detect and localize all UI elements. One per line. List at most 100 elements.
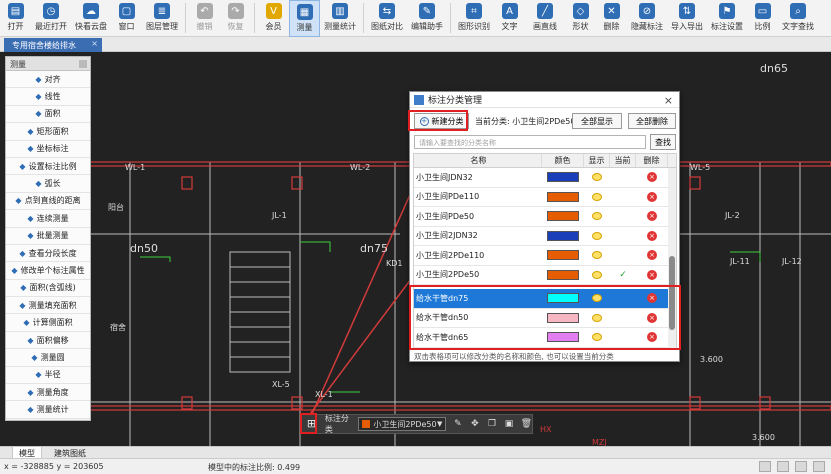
eye-icon[interactable] [592,192,602,201]
visibility-cell[interactable] [584,227,610,246]
eye-icon[interactable] [592,173,602,182]
measure-tool-side-area[interactable]: ◆ 计算侧面积 [6,314,90,332]
toolbar-cloud-button[interactable]: ☁ 快看云盘 [71,0,111,37]
measure-tool-area[interactable]: ◆ 面积 [6,105,90,124]
category-name[interactable]: 小卫生间2JDN32 [414,227,542,246]
delete-cell[interactable]: × [636,207,668,226]
delete-row-icon[interactable]: × [647,230,657,241]
toolbar-text-search-button[interactable]: ⌕ 文字查找 [778,0,818,37]
table-row[interactable]: 小卫生间2JDN32 × [414,227,676,246]
visibility-cell[interactable] [584,168,610,187]
search-button[interactable]: 查找 [650,134,676,150]
toolbar-compare-button[interactable]: ⇆ 图纸对比 [367,0,407,37]
delete-cell[interactable]: × [636,168,668,187]
delete-row-icon[interactable]: × [647,172,657,183]
current-cell[interactable] [610,188,636,207]
eye-icon[interactable] [592,270,602,279]
delete-all-button[interactable]: 全部删除 [628,113,676,129]
snap-icon[interactable] [759,461,771,472]
copy-icon[interactable]: ❐ [486,418,497,430]
settings-icon[interactable] [813,461,825,472]
edit-icon[interactable]: ✎ [452,418,463,430]
color-swatch[interactable] [547,172,579,183]
measure-tool-stats[interactable]: ◆ 测量统计 [6,401,90,419]
dialog-titlebar[interactable]: 标注分类管理 × [410,92,679,108]
current-cell[interactable] [610,227,636,246]
measure-tool-batch[interactable]: ◆ 批量测量 [6,227,90,245]
category-name[interactable]: 小卫生间JDN32 [414,168,542,187]
color-swatch[interactable] [547,211,579,222]
toolbar-undo-button[interactable]: ↶ 撤销 [189,0,220,37]
category-name[interactable]: 小卫生间2PDe50 [414,266,542,285]
delete-row-icon[interactable]: × [647,211,657,222]
color-swatch[interactable] [547,250,579,261]
category-color-cell[interactable] [542,266,584,285]
color-swatch[interactable] [547,269,579,280]
current-cell[interactable]: ✓ [610,266,636,285]
current-cell[interactable] [610,246,636,265]
toolbar-folder-button[interactable]: ▤ 打开 [0,0,31,37]
table-row[interactable]: 小卫生间PDe50 × [414,207,676,227]
measure-tool-linear[interactable]: ◆ 线性 [6,88,90,106]
delete-row-icon[interactable]: × [647,269,657,280]
toolbar-edit-helper-button[interactable]: ✎ 编辑助手 [407,0,447,37]
toolbar-vip-button[interactable]: V 会员 [258,0,289,37]
measure-tool-coord[interactable]: ◆ 坐标标注 [6,140,90,158]
category-name[interactable]: 小卫生间PDe50 [414,207,542,226]
measure-tool-fill-area[interactable]: ◆ 测量填充面积 [6,297,90,315]
toolbar-shape-recog-button[interactable]: ⌗ 图形识别 [454,0,494,37]
ortho-icon[interactable] [777,461,789,472]
visibility-cell[interactable] [584,188,610,207]
category-name[interactable]: 小卫生间2PDe110 [414,246,542,265]
toolbar-delete-button[interactable]: ✕ 删除 [596,0,627,37]
eye-icon[interactable] [592,251,602,260]
table-row[interactable]: 小卫生间PDe110 × [414,188,676,207]
measure-tool-area-offset[interactable]: ◆ 面积偏移 [6,331,90,350]
toolbar-hide-annot-button[interactable]: ⊘ 隐藏标注 [627,0,667,37]
delete-cell[interactable]: × [636,188,668,207]
category-color-cell[interactable] [542,227,584,246]
visibility-cell[interactable] [584,207,610,226]
toolbar-stats-button[interactable]: ▥ 测量统计 [320,0,360,37]
delete-row-icon[interactable]: × [647,250,657,261]
toolbar-text-button[interactable]: A 文字 [494,0,525,37]
category-color-cell[interactable] [542,168,584,187]
toolbar-measure-button[interactable]: ▦ 测量 [289,0,320,37]
toolbar-shape-button[interactable]: ◇ 形状 [565,0,596,37]
delete-row-icon[interactable]: × [647,191,657,202]
delete-cell[interactable]: × [636,227,668,246]
toolbar-annot-settings-button[interactable]: ⚑ 标注设置 [707,0,747,37]
table-row[interactable]: 小卫生间2PDe110 × [414,246,676,266]
delete-cell[interactable]: × [636,266,668,285]
measure-tool-arc[interactable]: ◆ 弧长 [6,175,90,193]
category-search-input[interactable]: 请输入要查找的分类名称 [414,135,646,149]
table-row[interactable]: 小卫生间JDN32 × [414,168,676,188]
close-icon[interactable]: × [664,94,673,107]
delete-cell[interactable]: × [636,246,668,265]
paste-icon[interactable]: ▣ [504,418,515,430]
eye-icon[interactable] [592,212,602,221]
move-icon[interactable]: ✥ [469,418,480,430]
category-name[interactable]: 小卫生间PDe110 [414,188,542,207]
measure-tool-arc-area[interactable]: ◆ 面积(含弧线) [6,279,90,298]
visibility-cell[interactable] [584,266,610,285]
color-swatch[interactable] [547,191,579,202]
category-color-cell[interactable] [542,246,584,265]
toolbar-recent-button[interactable]: ◷ 最近打开 [31,0,71,37]
toolbar-scale-button[interactable]: ▭ 比例 [747,0,778,37]
measure-tool-segment[interactable]: ◆ 查看分段长度 [6,244,90,263]
pdf-icon[interactable] [795,461,807,472]
measure-tool-continuous[interactable]: ◆ 连续测量 [6,210,90,228]
current-cell[interactable] [610,207,636,226]
measure-tool-angle[interactable]: ◆ 测量角度 [6,384,90,402]
show-all-button[interactable]: 全部显示 [572,113,622,129]
table-row[interactable]: 小卫生间2PDe50 ✓ × [414,266,676,285]
toolbar-window-button[interactable]: ▢ 窗口 [111,0,142,37]
measure-tool-radius[interactable]: ◆ 半径 [6,366,90,385]
measure-tool-modify[interactable]: ◆ 修改单个标注属性 [6,262,90,280]
eye-icon[interactable] [592,231,602,240]
toolbar-redo-button[interactable]: ↷ 恢复 [220,0,251,37]
panel-collapse-icon[interactable] [79,60,87,68]
visibility-cell[interactable] [584,246,610,265]
measure-tool-point-line[interactable]: ◆ 点到直线的距离 [6,192,90,211]
